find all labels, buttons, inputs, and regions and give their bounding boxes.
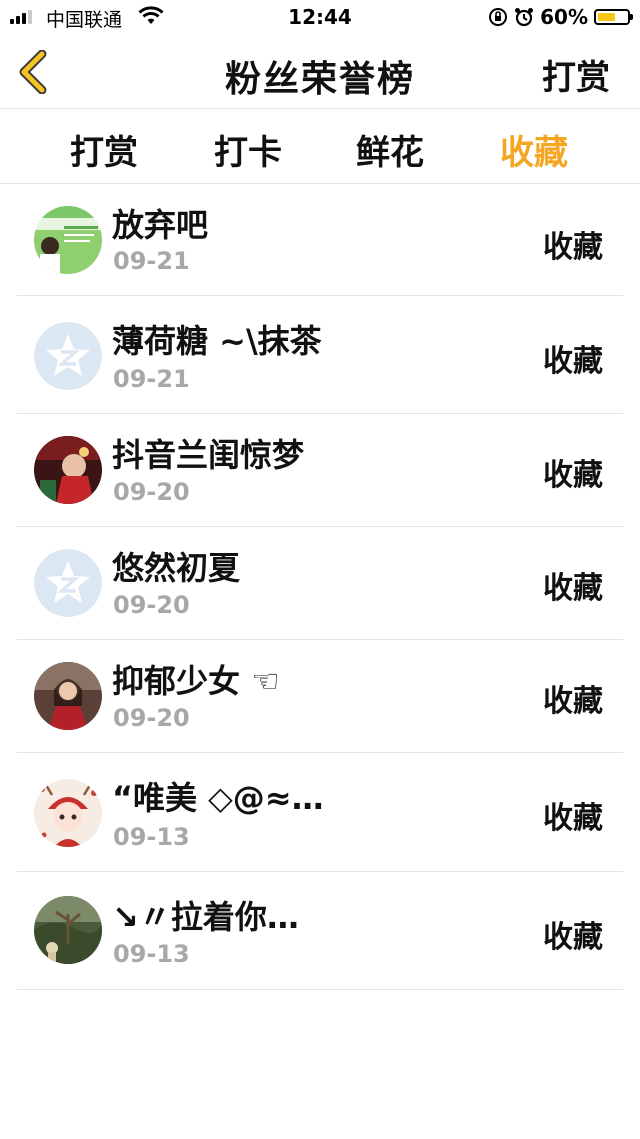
action-label: 收藏 xyxy=(543,230,603,265)
favorite-date: 09-13 xyxy=(113,823,190,851)
tab-flowers[interactable]: 鲜花 xyxy=(320,125,460,174)
favorite-date: 09-20 xyxy=(113,478,190,506)
user-avatar[interactable] xyxy=(34,779,102,847)
action-label: 收藏 xyxy=(543,801,603,836)
reward-button[interactable]: 打赏 xyxy=(542,50,610,99)
default-avatar-icon[interactable] xyxy=(34,549,102,617)
tab-favorites[interactable]: 收藏 xyxy=(464,125,604,174)
favorite-date: 09-13 xyxy=(113,940,190,968)
list-item[interactable]: 放弃吧 09-21 收藏 xyxy=(17,184,623,296)
action-label: 收藏 xyxy=(543,458,603,493)
orientation-lock-icon xyxy=(489,8,508,26)
user-name: 抑郁少女 ☜ xyxy=(112,662,280,700)
tab-bar: 打赏 打卡 鲜花 收藏 xyxy=(0,109,640,184)
list-item[interactable]: “唯美 ◇@≈… 09-13 收藏 xyxy=(17,753,623,872)
user-name: “唯美 ◇@≈… xyxy=(112,779,324,817)
fan-list: 放弃吧 09-21 收藏 薄荷糖 ~\抹茶 09-21 收藏 抖音兰闺惊梦 09… xyxy=(17,184,623,990)
action-label: 收藏 xyxy=(543,344,603,379)
list-item[interactable]: ↘〃拉着你… 09-13 收藏 xyxy=(17,872,623,990)
action-label: 收藏 xyxy=(543,920,603,955)
tab-reward[interactable]: 打赏 xyxy=(34,125,174,174)
list-item[interactable]: 抖音兰闺惊梦 09-20 收藏 xyxy=(17,414,623,527)
battery-percent: 60% xyxy=(540,5,588,29)
nav-bar: 粉丝荣誉榜 打赏 xyxy=(0,36,640,109)
user-name: 薄荷糖 ~\抹茶 xyxy=(112,322,322,360)
user-name: 放弃吧 xyxy=(112,206,209,244)
action-label: 收藏 xyxy=(543,684,603,719)
list-item[interactable]: 抑郁少女 ☜ 09-20 收藏 xyxy=(17,640,623,753)
action-label: 收藏 xyxy=(543,571,603,606)
list-item[interactable]: 薄荷糖 ~\抹茶 09-21 收藏 xyxy=(17,296,623,414)
favorite-date: 09-20 xyxy=(113,591,190,619)
list-item[interactable]: 悠然初夏 09-20 收藏 xyxy=(17,527,623,640)
tab-checkin[interactable]: 打卡 xyxy=(178,125,318,174)
battery-icon xyxy=(594,9,633,25)
alarm-icon xyxy=(515,8,534,27)
user-name: ↘〃拉着你… xyxy=(112,898,299,936)
favorite-date: 09-20 xyxy=(113,704,190,732)
default-avatar-icon[interactable] xyxy=(34,322,102,390)
user-avatar[interactable] xyxy=(34,896,102,964)
user-avatar[interactable] xyxy=(34,436,102,504)
user-name: 悠然初夏 xyxy=(112,549,241,587)
favorite-date: 09-21 xyxy=(113,365,190,393)
status-bar: 中国联通 12:44 60% xyxy=(0,0,640,36)
favorite-date: 09-21 xyxy=(113,247,190,275)
user-avatar[interactable] xyxy=(34,662,102,730)
user-avatar[interactable] xyxy=(34,206,102,274)
user-name: 抖音兰闺惊梦 xyxy=(112,436,305,474)
